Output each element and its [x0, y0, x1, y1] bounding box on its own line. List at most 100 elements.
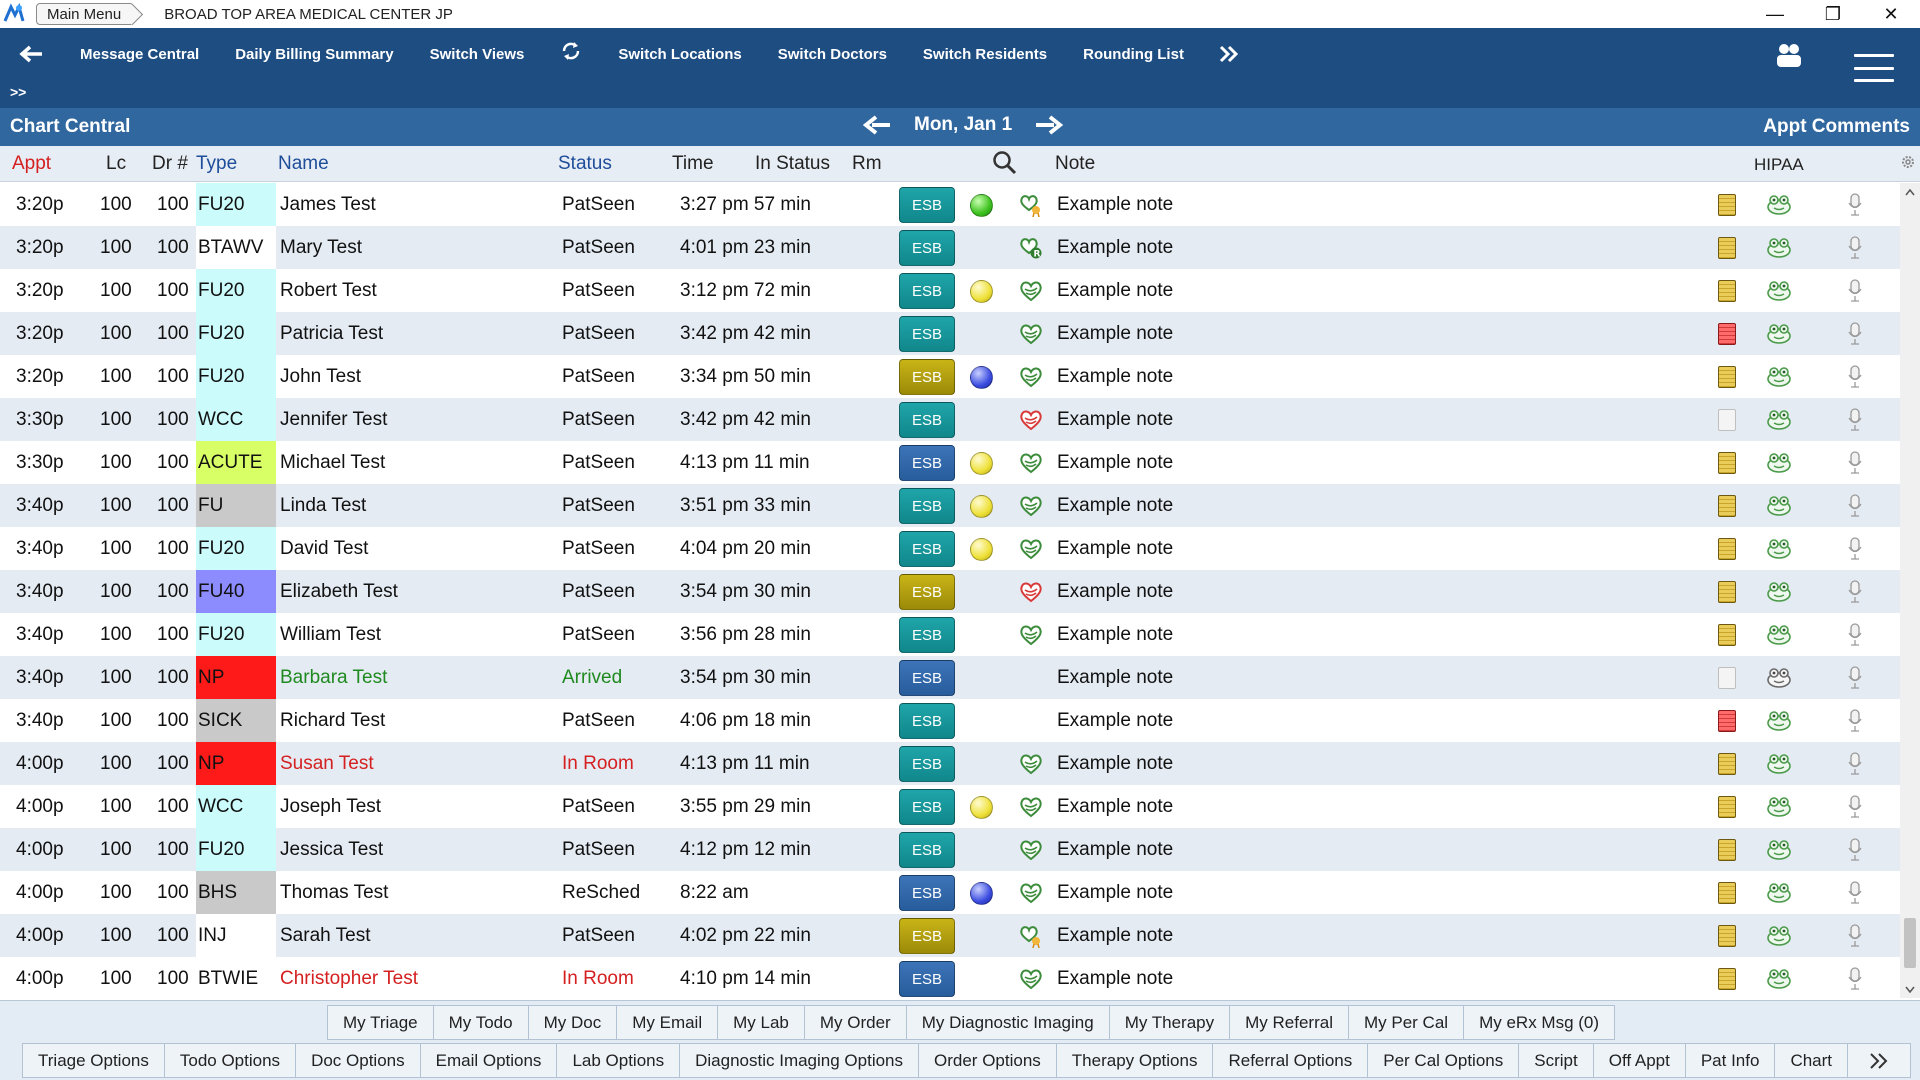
per-cal-options-button[interactable]: Per Cal Options [1368, 1043, 1520, 1078]
care-heart-icon[interactable] [1018, 623, 1044, 647]
appt-note[interactable]: Example note [1057, 183, 1173, 226]
col-lc[interactable]: Lc [106, 153, 126, 175]
nav-expand-indicator[interactable]: >> [10, 84, 26, 100]
esb-button[interactable]: ESB [899, 918, 955, 954]
hipaa-frog-icon[interactable] [1766, 967, 1792, 989]
table-row[interactable]: 3:20p 100 100 FU20 James Test PatSeen 3:27 pm … [0, 183, 1900, 226]
appt-comments-link[interactable]: Appt Comments [1763, 116, 1910, 138]
off-appt-button[interactable]: Off Appt [1593, 1043, 1686, 1078]
restore-button[interactable]: ❐ [1804, 0, 1862, 28]
nav-message-central[interactable]: Message Central [80, 46, 199, 63]
microphone-icon[interactable] [1848, 623, 1862, 647]
document-icon[interactable] [1718, 280, 1736, 302]
my-per-cal-button[interactable]: My Per Cal [1349, 1005, 1465, 1040]
document-icon[interactable] [1718, 495, 1736, 517]
table-row[interactable]: 3:40p 100 100 FU20 David Test PatSeen 4:04 pm … [0, 527, 1900, 570]
document-icon[interactable] [1718, 323, 1736, 345]
appt-status[interactable]: PatSeen [562, 828, 635, 871]
table-row[interactable]: 3:40p 100 100 SICK Richard Test PatSeen 4:06 p… [0, 699, 1900, 742]
status-dot-icon[interactable] [970, 796, 993, 819]
appt-status[interactable]: PatSeen [562, 785, 635, 828]
microphone-icon[interactable] [1848, 193, 1862, 217]
appt-status[interactable]: ReSched [562, 871, 640, 914]
esb-button[interactable]: ESB [899, 445, 955, 481]
status-dot-icon[interactable] [970, 538, 993, 561]
care-heart-icon[interactable] [1018, 193, 1044, 218]
appt-status[interactable]: PatSeen [562, 312, 635, 355]
hipaa-frog-icon[interactable] [1766, 494, 1792, 516]
care-heart-icon[interactable] [1018, 494, 1044, 518]
appt-note[interactable]: Example note [1057, 699, 1173, 742]
care-heart-icon[interactable] [1018, 881, 1044, 905]
document-icon[interactable] [1718, 452, 1736, 474]
hipaa-frog-icon[interactable] [1766, 924, 1792, 946]
care-heart-icon[interactable] [1018, 451, 1044, 475]
col-note[interactable]: Note [1055, 153, 1095, 175]
document-icon[interactable] [1718, 624, 1736, 646]
appt-status[interactable]: PatSeen [562, 226, 635, 269]
microphone-icon[interactable] [1848, 322, 1862, 346]
appt-note[interactable]: Example note [1057, 613, 1173, 656]
hipaa-frog-icon[interactable] [1766, 279, 1792, 301]
my-erx-msg-0-button[interactable]: My eRx Msg (0) [1464, 1005, 1616, 1040]
microphone-icon[interactable] [1848, 795, 1862, 819]
col-status[interactable]: Status [558, 153, 612, 175]
appt-note[interactable]: Example note [1057, 914, 1173, 957]
chart-button[interactable]: Chart [1775, 1043, 1849, 1078]
col-type[interactable]: Type [196, 153, 237, 175]
hipaa-frog-icon[interactable] [1766, 795, 1792, 817]
appt-status[interactable]: PatSeen [562, 570, 635, 613]
diagnostic-imaging-options-button[interactable]: Diagnostic Imaging Options [680, 1043, 920, 1078]
appt-note[interactable]: Example note [1057, 355, 1173, 398]
appt-status[interactable]: PatSeen [562, 398, 635, 441]
therapy-options-button[interactable]: Therapy Options [1056, 1043, 1214, 1078]
scroll-down-icon[interactable] [1905, 983, 1915, 994]
care-heart-icon[interactable] [1018, 322, 1044, 346]
table-row[interactable]: 4:00p 100 100 INJ Sarah Test PatSeen 4:02 pm 2… [0, 914, 1900, 957]
appt-note[interactable]: Example note [1057, 226, 1173, 269]
patient-name[interactable]: Christopher Test [280, 957, 418, 998]
care-heart-icon[interactable]: R [1018, 236, 1044, 260]
hipaa-frog-icon[interactable] [1766, 838, 1792, 860]
appt-note[interactable]: Example note [1057, 656, 1173, 699]
appt-note[interactable]: Example note [1057, 828, 1173, 871]
current-date[interactable]: Mon, Jan 1 [914, 114, 1012, 136]
esb-button[interactable]: ESB [899, 574, 955, 610]
document-icon[interactable] [1718, 882, 1736, 904]
table-row[interactable]: 4:00p 100 100 BHS Thomas Test ReSched 8:22 am E… [0, 871, 1900, 914]
patient-name[interactable]: Robert Test [280, 269, 377, 312]
hipaa-frog-icon[interactable] [1766, 580, 1792, 602]
scroll-up-icon[interactable] [1905, 185, 1915, 196]
status-dot-icon[interactable] [970, 452, 993, 475]
appt-status[interactable]: PatSeen [562, 699, 635, 742]
document-icon[interactable] [1718, 796, 1736, 818]
esb-button[interactable]: ESB [899, 187, 955, 223]
document-icon[interactable] [1718, 839, 1736, 861]
esb-button[interactable]: ESB [899, 359, 955, 395]
document-icon[interactable] [1718, 538, 1736, 560]
microphone-icon[interactable] [1848, 924, 1862, 948]
table-row[interactable]: 3:20p 100 100 FU20 Patricia Test PatSeen 3:42 … [0, 312, 1900, 355]
appt-note[interactable]: Example note [1057, 785, 1173, 828]
document-icon[interactable] [1718, 237, 1736, 259]
appt-note[interactable]: Example note [1057, 570, 1173, 613]
esb-button[interactable]: ESB [899, 316, 955, 352]
patient-name[interactable]: David Test [280, 527, 368, 570]
patient-name[interactable]: Barbara Test [280, 656, 387, 699]
people-icon[interactable] [1774, 41, 1804, 71]
patient-name[interactable]: Linda Test [280, 484, 366, 527]
refresh-icon[interactable] [560, 40, 582, 68]
col-dr[interactable]: Dr # [152, 153, 188, 175]
table-row[interactable]: 4:00p 100 100 FU20 Jessica Test PatSeen 4:12 p… [0, 828, 1900, 871]
table-row[interactable]: 3:20p 100 100 FU20 Robert Test PatSeen 3:12 pm… [0, 269, 1900, 312]
care-heart-icon[interactable] [1018, 967, 1044, 991]
appt-status[interactable]: Arrived [562, 656, 622, 699]
hipaa-frog-icon[interactable] [1766, 752, 1792, 774]
my-therapy-button[interactable]: My Therapy [1109, 1005, 1231, 1040]
patient-name[interactable]: Thomas Test [280, 871, 388, 914]
minimize-button[interactable]: — [1746, 0, 1804, 28]
document-icon[interactable] [1718, 710, 1736, 732]
appt-status[interactable]: PatSeen [562, 484, 635, 527]
patient-name[interactable]: Mary Test [280, 226, 362, 269]
my-doc-button[interactable]: My Doc [528, 1005, 618, 1040]
